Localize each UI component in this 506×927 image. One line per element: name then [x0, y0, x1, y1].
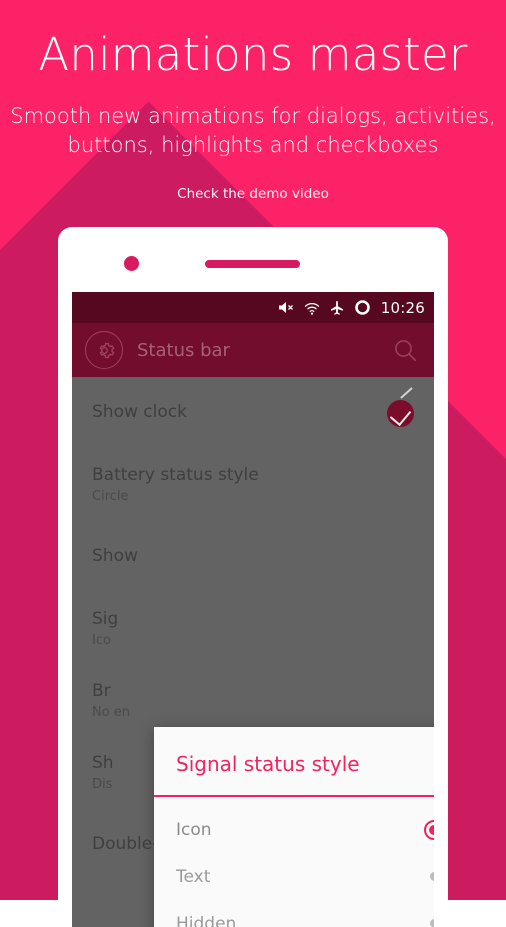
list-item[interactable]: Show — [72, 521, 434, 593]
search-icon[interactable] — [388, 333, 422, 367]
list-item-title: Battery status style — [92, 465, 414, 486]
app-toolbar: Status bar — [72, 323, 434, 377]
list-item-subtitle: Circle — [92, 489, 414, 505]
android-status-bar: 10:26 — [72, 292, 434, 323]
list-item[interactable]: Show clock — [72, 377, 434, 449]
list-item[interactable]: Battery status style Circle — [72, 449, 434, 521]
radio-option-icon[interactable]: Icon — [154, 806, 434, 853]
list-item-title: Show clock — [92, 402, 375, 423]
list-item-subtitle: Ico — [92, 633, 414, 649]
radio-selected-icon — [424, 820, 434, 840]
list-item-title: Br — [92, 681, 414, 702]
promo-title: Animations master — [0, 30, 506, 80]
gear-icon[interactable] — [85, 331, 123, 369]
radio-option-label: Icon — [176, 820, 424, 840]
wifi-icon — [304, 301, 320, 315]
radio-unselected-icon — [430, 919, 435, 927]
phone-screen: 10:26 Status bar Show clock — [72, 292, 434, 927]
promo-cta-text: Check the demo video — [0, 186, 506, 202]
signal-status-style-dialog: Signal status style Icon Text Hidden Can… — [154, 727, 434, 927]
radio-option-hidden[interactable]: Hidden — [154, 900, 434, 927]
radio-option-text[interactable]: Text — [154, 853, 434, 900]
dialog-header: Signal status style — [154, 727, 434, 795]
radio-unselected-icon — [430, 872, 435, 881]
phone-top-bezel — [58, 227, 448, 292]
radio-option-label: Text — [176, 867, 430, 887]
battery-circle-icon — [354, 299, 371, 316]
list-item-title: Sig — [92, 609, 414, 630]
list-item-subtitle: No en — [92, 705, 414, 721]
status-bar-clock: 10:26 — [381, 299, 425, 317]
volume-mute-icon — [278, 300, 295, 315]
dialog-radio-group[interactable]: Icon Text Hidden — [154, 797, 434, 927]
radio-option-label: Hidden — [176, 914, 430, 927]
list-item[interactable]: Sig Ico — [72, 593, 434, 665]
checkbox-show-clock[interactable] — [387, 400, 414, 427]
promo-text-block: Animations master Smooth new animations … — [0, 30, 506, 202]
earpiece-speaker-icon — [205, 260, 300, 268]
list-item-title: Show — [92, 546, 414, 567]
toolbar-title: Status bar — [137, 340, 388, 361]
promo-subtitle: Smooth new animations for dialogs, activ… — [0, 102, 506, 162]
phone-mockup: 10:26 Status bar Show clock — [58, 227, 448, 927]
airplane-mode-icon — [329, 300, 345, 316]
front-camera-icon — [124, 256, 139, 271]
dialog-title: Signal status style — [176, 752, 434, 776]
checkmark-icon — [387, 400, 414, 427]
